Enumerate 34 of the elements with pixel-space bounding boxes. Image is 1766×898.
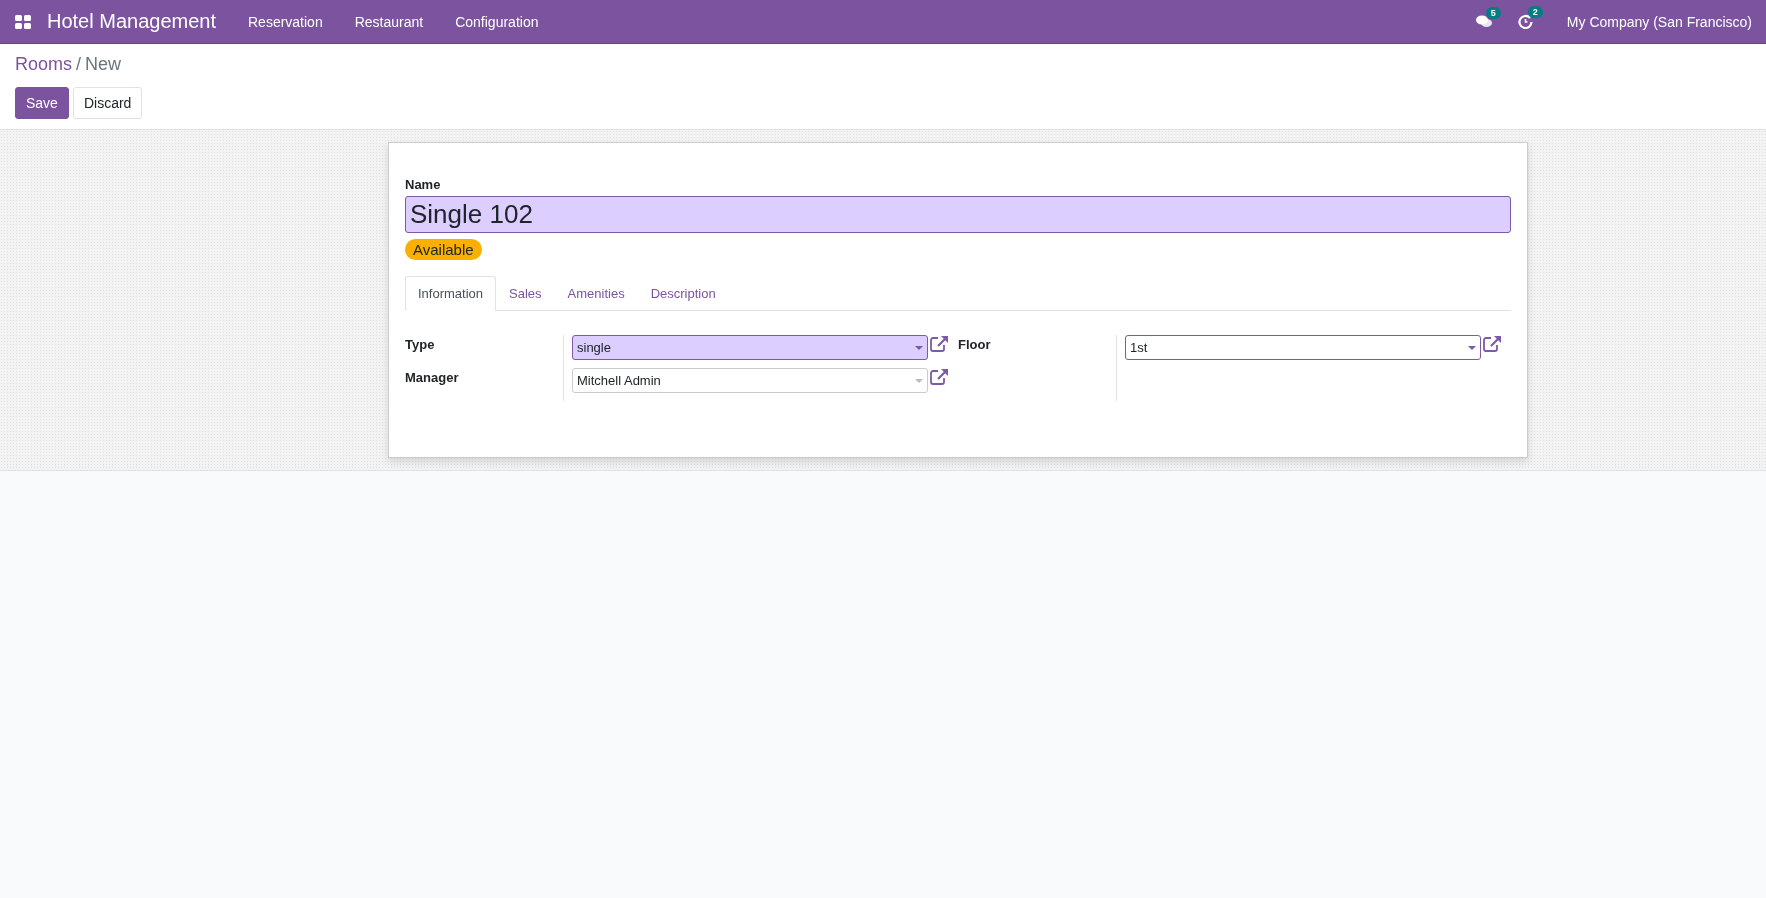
external-link-icon[interactable] — [930, 335, 949, 352]
name-field[interactable]: Single 102 — [405, 196, 1511, 233]
dropdown-field[interactable]: Mitchell Admin — [572, 368, 928, 393]
company-switcher[interactable]: My Company (San Francisco) — [1566, 13, 1752, 30]
menu-item[interactable]: Restaurant — [338, 13, 440, 30]
field-label: Type — [405, 336, 436, 354]
menu-item[interactable]: Configuration — [439, 13, 555, 30]
save-button[interactable]: Save — [15, 87, 69, 119]
breadcrumb-separator: / — [76, 54, 82, 74]
caret-icon — [915, 378, 923, 383]
external-link-icon[interactable] — [1483, 335, 1502, 352]
app-title: Hotel Management — [47, 10, 216, 33]
field-label: Manager — [405, 369, 460, 387]
caret-icon — [1468, 345, 1476, 350]
tab[interactable]: Sales — [496, 276, 555, 311]
external-link-icon[interactable] — [930, 368, 949, 385]
tab[interactable]: Description — [637, 276, 729, 311]
tab[interactable]: Information — [405, 276, 497, 311]
tab[interactable]: Amenities — [554, 276, 638, 311]
caret-icon — [915, 345, 923, 350]
message-count-badge: 5 — [1485, 6, 1501, 19]
apps-menu-icon[interactable] — [15, 14, 31, 29]
menu-item[interactable]: Reservation — [232, 13, 339, 30]
dropdown-field[interactable]: 1st — [1125, 335, 1481, 360]
chat-icon[interactable] — [1475, 14, 1492, 29]
activity-count-badge: 2 — [1527, 6, 1543, 18]
dropdown-field[interactable]: single — [572, 335, 928, 360]
clock-icon[interactable] — [1517, 14, 1533, 29]
discard-button[interactable]: Discard — [72, 87, 143, 119]
field-label: Name — [405, 177, 442, 192]
status-badge: Available — [405, 239, 482, 260]
field-label: Floor — [958, 336, 992, 354]
breadcrumb-current: New — [85, 54, 122, 74]
breadcrumb-link[interactable]: Rooms — [15, 54, 72, 74]
